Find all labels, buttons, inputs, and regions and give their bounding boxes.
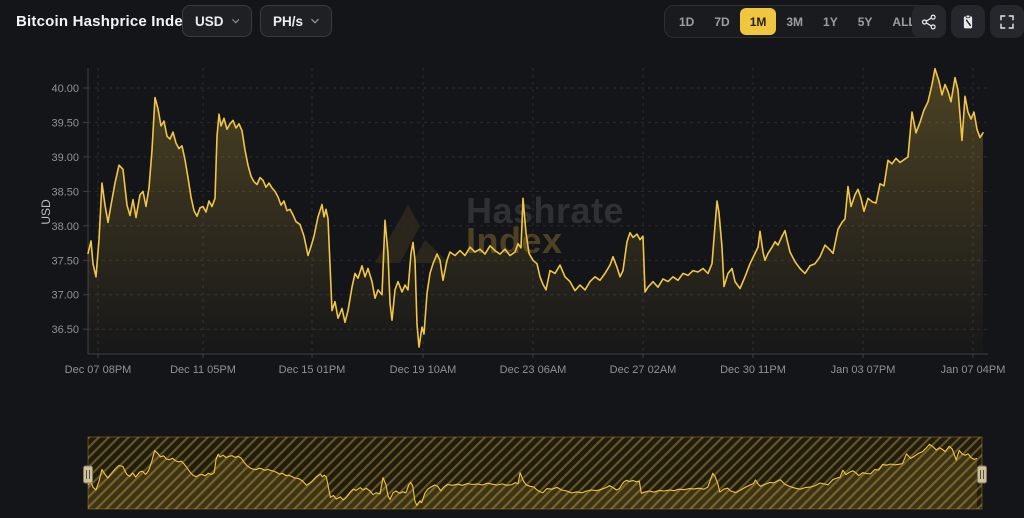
hashprice-index-widget: Bitcoin Hashprice Index USD PH/s 1D7D1M3… — [0, 0, 1024, 518]
y-tick-label: 39.00 — [51, 152, 79, 164]
x-tick-label: Dec 15 01PM — [279, 364, 346, 376]
y-tick-label: 37.50 — [51, 255, 79, 267]
navigator-handle-right[interactable] — [978, 466, 987, 483]
y-tick-label: 37.00 — [51, 290, 79, 302]
x-tick-label: Dec 11 05PM — [170, 364, 236, 376]
y-tick-label: 36.50 — [51, 324, 79, 336]
range-navigator[interactable] — [84, 437, 987, 509]
x-tick-label: Dec 19 10AM — [390, 364, 457, 376]
x-tick-label: Dec 30 11PM — [720, 364, 786, 376]
x-tick-label: Dec 23 06AM — [500, 364, 567, 376]
y-tick-label: 38.50 — [51, 186, 79, 198]
x-tick-label: Dec 07 08PM — [65, 364, 132, 376]
y-tick-label: 38.00 — [51, 221, 79, 233]
price-chart[interactable]: 40.00 39.50 39.00 38.50 38.00 37.50 37.00 36.50… — [51, 68, 1005, 376]
y-tick-label: 40.00 — [51, 83, 79, 95]
y-tick-label: 39.50 — [51, 117, 79, 129]
price-area-fill — [88, 69, 983, 354]
navigator-handle-left[interactable] — [84, 466, 93, 483]
x-tick-label: Jan 07 04PM — [941, 364, 1006, 376]
x-tick-label: Dec 27 02AM — [610, 364, 677, 376]
x-tick-label: Jan 03 07PM — [831, 364, 896, 376]
